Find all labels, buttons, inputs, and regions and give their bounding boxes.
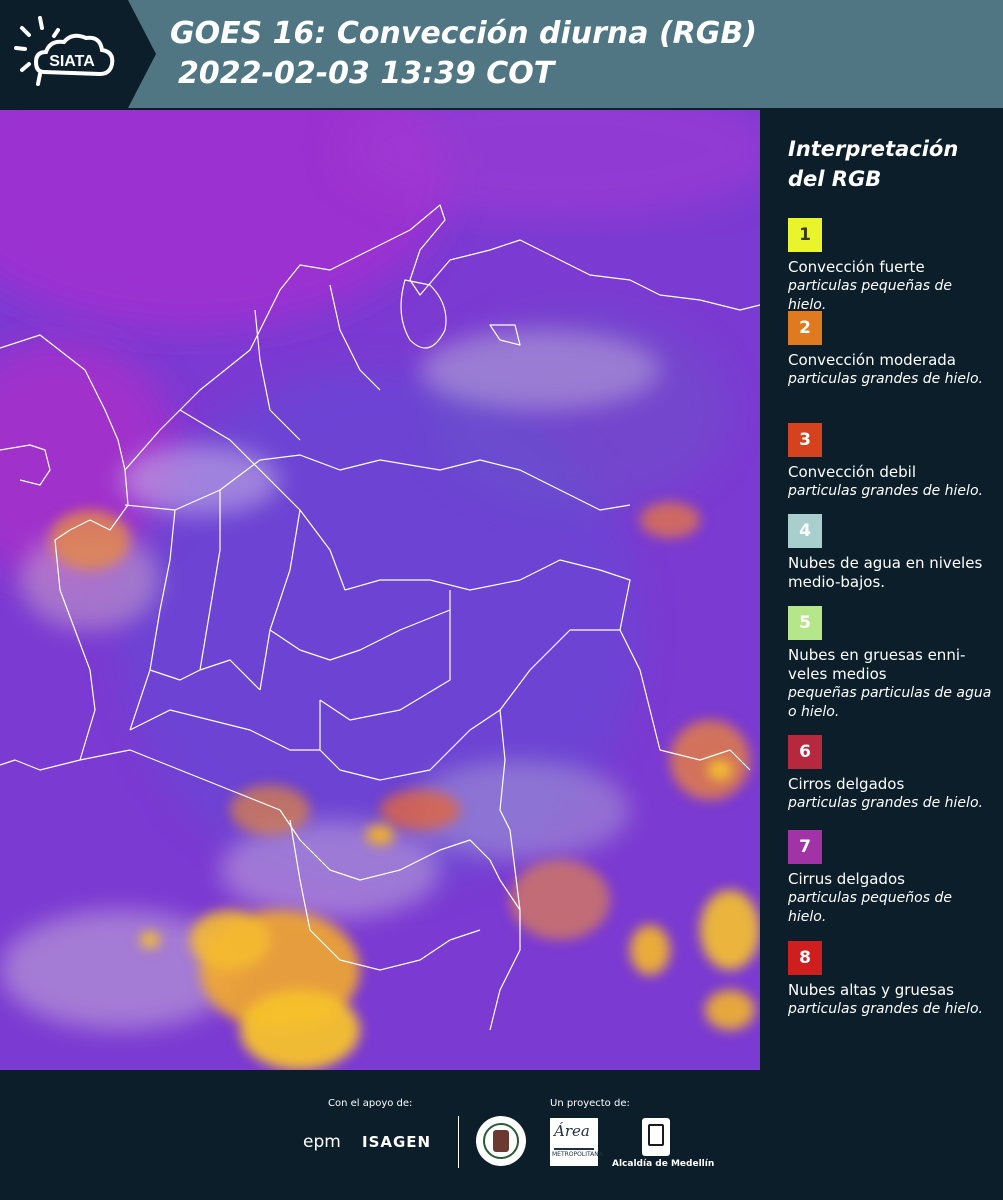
alcaldia-label: Alcaldía de Medellín: [612, 1159, 715, 1169]
legend-swatch-6: 6: [788, 735, 822, 769]
legend-sub-3: particulas grandes de hielo.: [788, 483, 983, 499]
legend-label-8: Nubes altas y gruesas: [788, 981, 954, 999]
legend-label-5: Nubes en gruesas enni-veles medios: [788, 646, 966, 683]
rgb-composite-image: [0, 110, 760, 1070]
legend-item-2: 2 Convección moderada particulas grandes…: [788, 311, 993, 389]
legend-title: Interpretación del RGB: [788, 137, 959, 191]
legend-label-1: Convección fuerte: [788, 258, 925, 276]
legend-item-8: 8 Nubes altas y gruesas particulas grand…: [788, 941, 993, 1019]
legend-item-6: 6 Cirros delgados particulas grandes de …: [788, 735, 993, 813]
sun-cloud-icon: SIATA: [14, 16, 115, 86]
legend-sub-6: particulas grandes de hielo.: [788, 795, 983, 811]
legend-label-4: Nubes de agua en niveles medio-bajos.: [788, 554, 983, 591]
legend-panel: Interpretación del RGB 1 Convección fuer…: [760, 110, 1003, 1070]
legend-sub-1: particulas pequeñas de hielo.: [788, 278, 952, 313]
legend-swatch-2: 2: [788, 311, 822, 345]
legend-item-5: 5 Nubes en gruesas enni-veles medios peq…: [788, 606, 993, 722]
footer: Con el apoyo de: Un proyecto de: epm ISA…: [0, 1070, 1003, 1200]
legend-swatch-5: 5: [788, 606, 822, 640]
legend-label-7: Cirrus delgados: [788, 870, 905, 888]
legend-swatch-1: 1: [788, 218, 822, 252]
isagen-logo[interactable]: ISAGEN: [362, 1133, 431, 1151]
legend-label-2: Convección moderada: [788, 351, 956, 369]
footer-divider: [458, 1116, 459, 1168]
page-timestamp: 2022-02-03 13:39 COT: [178, 56, 555, 91]
legend-item-4: 4 Nubes de agua en niveles medio-bajos.: [788, 514, 993, 592]
support-caption: Con el apoyo de:: [328, 1098, 413, 1109]
satellite-map[interactable]: [0, 110, 760, 1070]
siata-logo[interactable]: SIATA: [0, 0, 128, 108]
legend-sub-5: pequeñas particulas de agua o hielo.: [788, 685, 992, 720]
area-logo-text: Área: [554, 1122, 590, 1140]
header-bar: SIATA GOES 16: Convección diurna (RGB) 2…: [0, 0, 1003, 108]
legend-sub-2: particulas grandes de hielo.: [788, 371, 983, 387]
legend-label-3: Convección debil: [788, 463, 916, 481]
legend-label-6: Cirros delgados: [788, 775, 905, 793]
alcaldia-shield-icon[interactable]: [642, 1118, 670, 1156]
legend-item-7: 7 Cirrus delgados particulas pequeños de…: [788, 830, 993, 927]
logo-arrow: [128, 0, 156, 108]
area-metropolitana-logo[interactable]: Área METROPOLITANA: [550, 1118, 603, 1166]
legend-swatch-3: 3: [788, 423, 822, 457]
legend-swatch-8: 8: [788, 941, 822, 975]
epm-logo[interactable]: epm: [303, 1132, 341, 1152]
legend-sub-8: particulas grandes de hielo.: [788, 1001, 983, 1017]
legend-item-1: 1 Convección fuerte particulas pequeñas …: [788, 218, 993, 315]
project-caption: Un proyecto de:: [550, 1098, 630, 1109]
area-logo-subtext: METROPOLITANA: [552, 1151, 603, 1158]
legend-swatch-4: 4: [788, 514, 822, 548]
logo-text: SIATA: [49, 53, 95, 70]
antioquia-seal-icon[interactable]: [476, 1116, 526, 1166]
legend-swatch-7: 7: [788, 830, 822, 864]
legend-sub-7: particulas pequeños de hielo.: [788, 890, 952, 925]
legend-item-3: 3 Convección debil particulas grandes de…: [788, 423, 993, 501]
page-title: GOES 16: Convección diurna (RGB): [170, 16, 757, 51]
